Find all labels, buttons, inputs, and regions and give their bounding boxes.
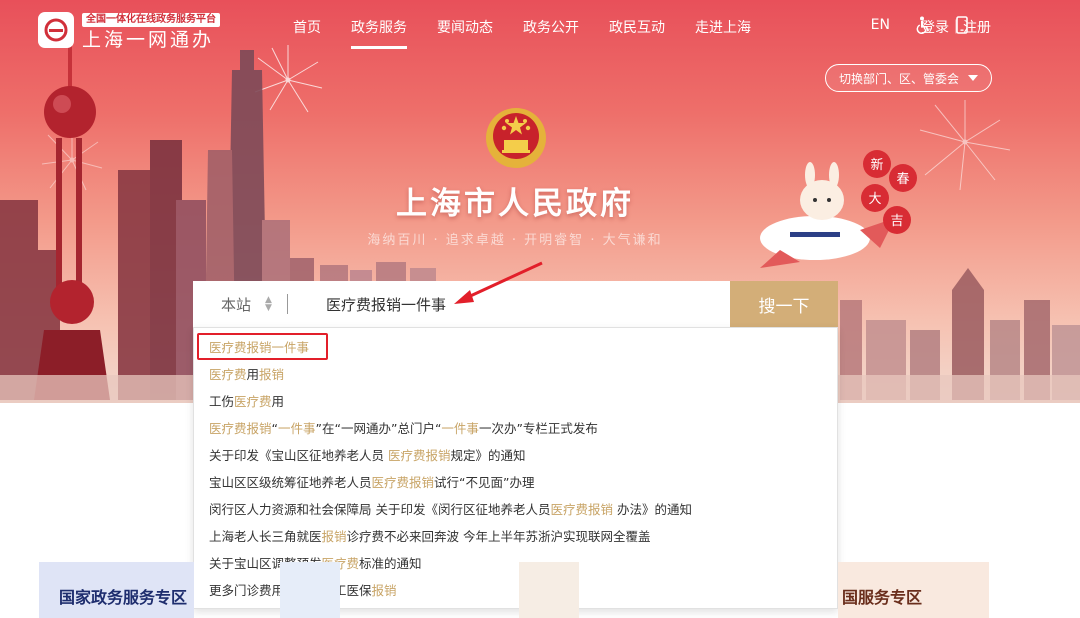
search-scope-value: 本站 <box>221 295 252 314</box>
suggestion-highlight: 医疗费报销 <box>371 475 435 490</box>
suggestion-text: 关于印发《宝山区征地养老人员 <box>209 448 388 463</box>
suggestion-text: 用 <box>246 367 260 382</box>
language-en-link[interactable]: EN <box>871 17 890 33</box>
suggestion-highlight: 医疗费 <box>234 394 272 409</box>
login-register-link[interactable]: 登录｜注册 <box>921 17 991 37</box>
fireworks-left <box>254 45 323 113</box>
site-logo[interactable]: 全国一体化在线政务服务平台 上海一网通办 <box>38 7 220 52</box>
suggestion-text: 办法》的通知 <box>613 502 692 517</box>
service-card-3[interactable] <box>519 562 579 618</box>
logo-icon <box>38 11 74 48</box>
suggestion-text: 试行“不见面”办理 <box>434 475 535 490</box>
suggestion-highlight: 一件事 <box>441 421 479 436</box>
suggestion-text: 闵行区人力资源和社会保障局 关于印发《闵行区征地养老人员 <box>209 502 551 517</box>
chevron-down-icon <box>968 75 979 81</box>
national-services-card[interactable]: 国家政务服务专区 <box>39 562 194 618</box>
nav-gov-open[interactable]: 政务公开 <box>523 17 579 37</box>
festive-char-4: 吉 <box>890 214 903 229</box>
scope-sort-icon: ▲ ▼ <box>265 295 272 313</box>
suggestion-highlight: 医疗费 <box>209 367 247 382</box>
suggestion-item[interactable]: 宝山区区级统筹征地养老人员医疗费报销试行“不见面”办理 <box>209 472 534 491</box>
suggestion-item[interactable]: 医疗费报销“一件事”在“一网通办”总门户“一件事一次办”专栏正式发布 <box>209 418 598 437</box>
suggestion-highlight: 医疗费报销一件事 <box>209 340 310 355</box>
suggestion-highlight: 报销 <box>321 529 347 544</box>
suggestion-text: 工伤 <box>209 394 235 409</box>
switch-department-label: 切换部门、区、管委会 <box>839 71 960 86</box>
logo-tagline: 全国一体化在线政务服务平台 <box>82 13 220 27</box>
festive-char-2: 春 <box>896 172 909 187</box>
suggestion-highlight: 报销 <box>259 367 285 382</box>
nav-about-shanghai[interactable]: 走进上海 <box>695 17 751 37</box>
suggestion-item[interactable]: 上海老人长三角就医报销诊疗费不必来回奔波 今年上半年苏浙沪实现联网全覆盖 <box>209 526 651 545</box>
nav-news[interactable]: 要闻动态 <box>437 17 493 37</box>
nav-gov-services[interactable]: 政务服务 <box>351 17 407 49</box>
search-button[interactable]: 搜一下 <box>730 281 838 327</box>
logo-name: 上海一网通办 <box>82 29 215 51</box>
service-card-2[interactable] <box>280 562 340 618</box>
search-scope-select[interactable]: 本站 ▲ ▼ <box>193 294 291 315</box>
national-emblem-icon <box>484 104 548 176</box>
suggestion-text: 一次办”专栏正式发布 <box>478 421 598 436</box>
suggestion-highlight: 一件事 <box>278 421 316 436</box>
suggestion-item[interactable]: 医疗费用报销 <box>209 364 284 383</box>
nationwide-services-card[interactable]: 国服务专区 <box>838 562 989 618</box>
suggestion-text: 宝山区区级统筹征地养老人员 <box>209 475 372 490</box>
suggestion-text: 标准的通知 <box>359 556 422 571</box>
suggestion-item[interactable]: 工伤医疗费用 <box>209 391 284 410</box>
national-services-label: 国家政务服务专区 <box>59 588 188 607</box>
festive-char-3: 大 <box>868 192 881 207</box>
suggestion-item[interactable]: 闵行区人力资源和社会保障局 关于印发《闵行区征地养老人员医疗费报销 办法》的通知 <box>209 499 692 518</box>
suggestion-text: 上海老人长三角就医 <box>209 529 322 544</box>
suggestion-highlight: 医疗费报销 <box>550 502 613 517</box>
suggestion-highlight: 医疗费报销 <box>387 448 451 463</box>
suggestion-highlight: 报销 <box>371 583 397 598</box>
suggestion-text: ”在“一网通办”总门户“ <box>315 421 442 436</box>
nav-home[interactable]: 首页 <box>293 17 321 37</box>
festive-char-1: 新 <box>870 157 883 173</box>
festive-badges: 新 春 大 吉 <box>861 150 917 234</box>
suggestion-item[interactable]: 关于印发《宝山区征地养老人员 医疗费报销规定》的通知 <box>209 445 526 464</box>
annotation-arrow-icon <box>454 261 543 304</box>
suggestion-highlight: 医疗费报销 <box>209 421 272 436</box>
nav-interaction[interactable]: 政民互动 <box>609 17 665 37</box>
main-nav: 首页 政务服务 要闻动态 政务公开 政民互动 走进上海 <box>293 17 781 49</box>
suggestion-item[interactable]: 医疗费报销一件事 <box>209 337 309 356</box>
suggestion-text: 用 <box>271 394 285 409</box>
suggestion-text: 诊疗费不必来回奔波 今年上半年苏浙沪实现联网全覆盖 <box>346 529 651 544</box>
suggestion-text: 规定》的通知 <box>450 448 526 463</box>
nationwide-services-label: 国服务专区 <box>842 588 923 607</box>
switch-department-dropdown[interactable]: 切换部门、区、管委会 <box>825 64 992 92</box>
